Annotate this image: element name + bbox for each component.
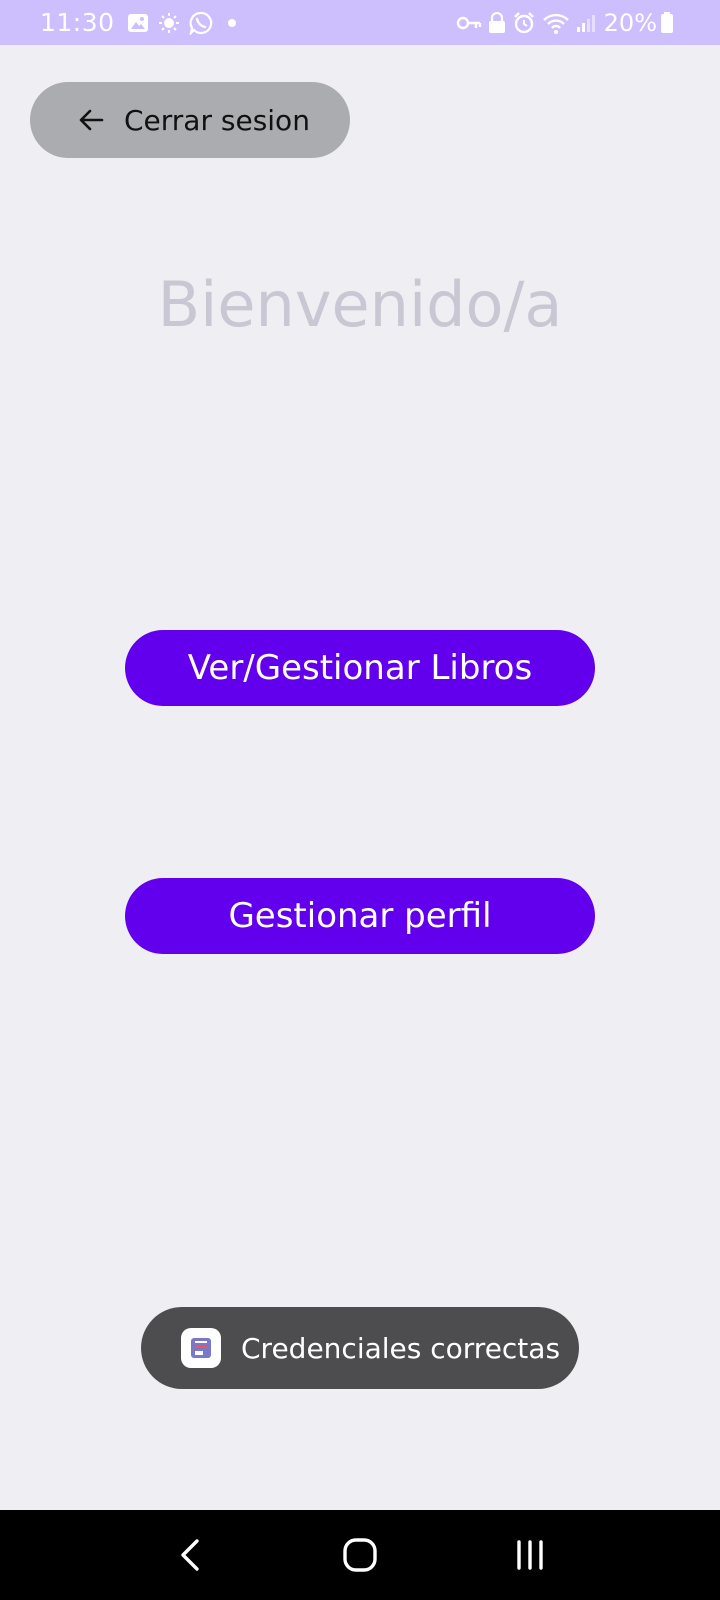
lock-icon xyxy=(488,11,506,34)
status-right: 20% xyxy=(456,9,680,37)
status-time: 11:30 xyxy=(40,8,115,37)
signal-icon xyxy=(576,13,598,33)
wifi-icon xyxy=(542,12,570,34)
toast: Credenciales correctas xyxy=(141,1307,579,1389)
whatsapp-icon xyxy=(189,11,213,35)
navigation-bar xyxy=(0,1510,720,1600)
vpn-key-icon xyxy=(456,15,482,31)
gallery-icon xyxy=(127,13,149,33)
dot-icon xyxy=(222,18,242,28)
manage-books-button[interactable]: Ver/Gestionar Libros xyxy=(125,630,595,706)
status-left: 11:30 xyxy=(40,8,251,37)
arrow-back-icon xyxy=(78,108,104,132)
toast-message: Credenciales correctas xyxy=(241,1331,561,1365)
brightness-icon xyxy=(158,12,180,34)
logout-button[interactable]: Cerrar sesion xyxy=(30,82,350,158)
battery-icon xyxy=(660,11,674,34)
status-bar: 11:30 20% xyxy=(0,0,720,45)
back-icon[interactable] xyxy=(160,1525,220,1585)
alarm-icon xyxy=(512,11,536,35)
manage-profile-button[interactable]: Gestionar perfil xyxy=(125,878,595,954)
home-icon[interactable] xyxy=(330,1525,390,1585)
app-icon xyxy=(181,1328,221,1368)
welcome-title: Bienvenido/a xyxy=(157,268,563,341)
battery-percentage: 20% xyxy=(603,8,657,37)
logout-label: Cerrar sesion xyxy=(124,103,310,137)
recents-icon[interactable] xyxy=(500,1525,560,1585)
